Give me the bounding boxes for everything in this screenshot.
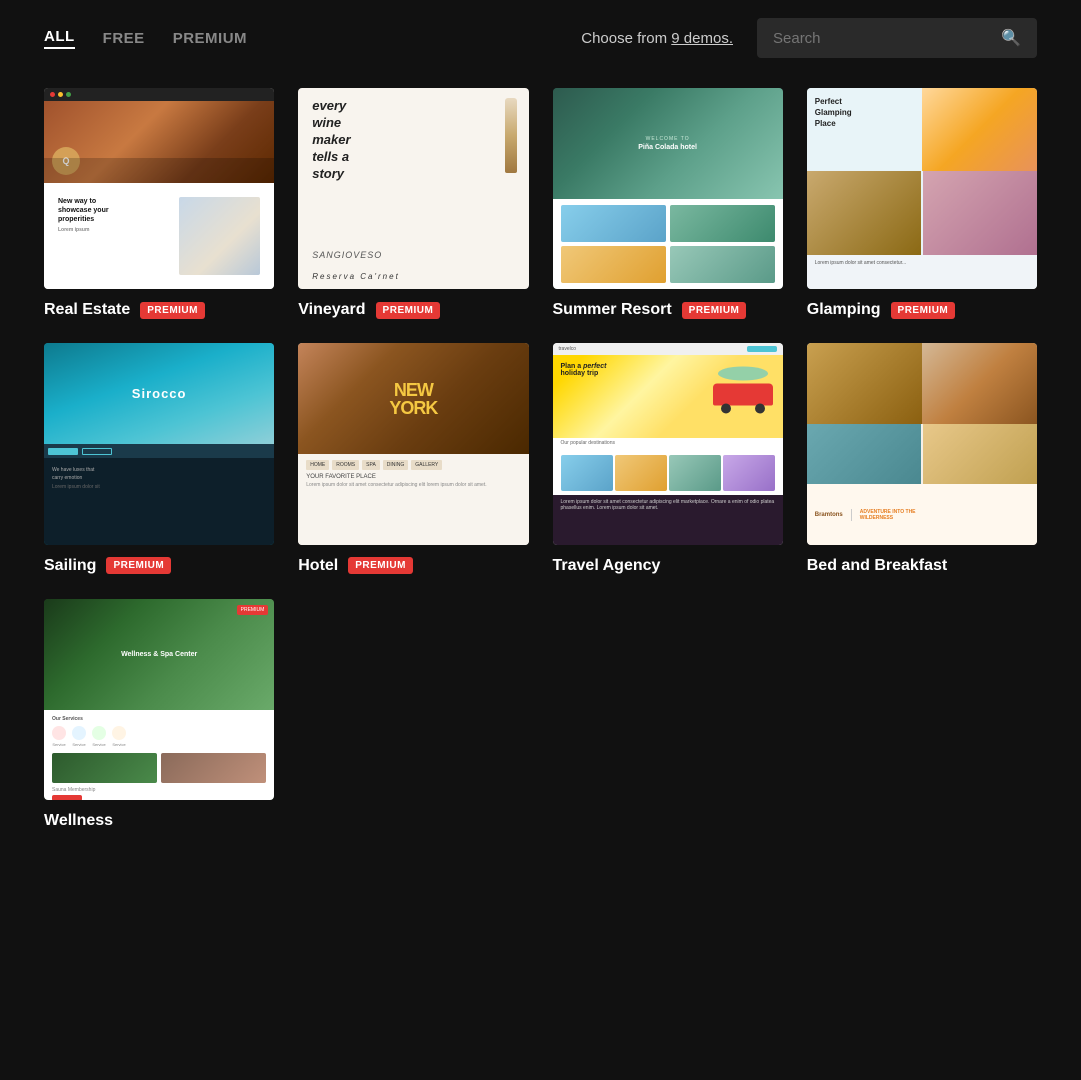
card-badge: PREMIUM [376,302,441,319]
card-thumb-hotel: NEWYORK HOME ROOMS SPA DINING GALLERY YO… [298,343,528,544]
choose-label: Choose from 9 demos. [581,30,733,47]
card-real-estate[interactable]: Q New way toshowcase yourproperities Lor… [44,88,274,319]
search-box[interactable]: 🔍 [757,18,1037,58]
filter-tab-premium[interactable]: PREMIUM [173,30,247,47]
card-label-sailing: Sailing PREMIUM [44,557,274,575]
card-label-glamping: Glamping PREMIUM [807,301,1037,319]
card-label-vineyard: Vineyard PREMIUM [298,301,528,319]
top-bar: ALL FREE PREMIUM Choose from 9 demos. 🔍 [0,0,1081,76]
card-label-summer-resort: Summer Resort PREMIUM [553,301,783,319]
card-glamping[interactable]: PerfectGlampingPlace Lorem ipsum dolor s… [807,88,1037,319]
card-hotel[interactable]: NEWYORK HOME ROOMS SPA DINING GALLERY YO… [298,343,528,574]
card-name: Sailing [44,557,96,575]
card-name: Hotel [298,557,338,575]
demos-grid: Q New way toshowcase yourproperities Lor… [0,76,1081,870]
card-badge: PREMIUM [891,302,956,319]
card-name: Summer Resort [553,301,672,319]
filter-tab-free[interactable]: FREE [103,30,145,47]
card-summer-resort[interactable]: Welcome to Piña Colada hotel Summer Reso… [553,88,783,319]
card-label-real-estate: Real Estate PREMIUM [44,301,274,319]
filter-tab-all[interactable]: ALL [44,28,75,49]
card-name: Bed and Breakfast [807,557,948,575]
card-thumb-vineyard: everywinemakertells astory Sangioveso Re… [298,88,528,289]
search-input[interactable] [773,30,991,47]
card-badge: PREMIUM [140,302,205,319]
card-name: Vineyard [298,301,365,319]
card-wellness[interactable]: PREMIUM Wellness & Spa Center Our Servic… [44,599,274,830]
card-thumb-summer-resort: Welcome to Piña Colada hotel [553,88,783,289]
card-name: Travel Agency [553,557,661,575]
card-thumb-real-estate: Q New way toshowcase yourproperities Lor… [44,88,274,289]
filter-tabs: ALL FREE PREMIUM [44,28,247,49]
card-name: Wellness [44,812,113,830]
card-travel-agency[interactable]: travelco Plan a perfectholiday trip [553,343,783,574]
card-sailing[interactable]: Sirocco We have luxes thatcarry emotion … [44,343,274,574]
card-name: Glamping [807,301,881,319]
card-label-bed-and-breakfast: Bed and Breakfast [807,557,1037,575]
card-vineyard[interactable]: everywinemakertells astory Sangioveso Re… [298,88,528,319]
card-label-hotel: Hotel PREMIUM [298,557,528,575]
card-bed-and-breakfast[interactable]: Bramtons ADVENTURE INTO THEWILDERNESS Be… [807,343,1037,574]
card-badge: PREMIUM [682,302,747,319]
card-thumb-wellness: PREMIUM Wellness & Spa Center Our Servic… [44,599,274,800]
search-icon: 🔍 [1001,28,1021,48]
card-thumb-bed-and-breakfast: Bramtons ADVENTURE INTO THEWILDERNESS [807,343,1037,544]
card-thumb-travel-agency: travelco Plan a perfectholiday trip [553,343,783,544]
card-thumb-sailing: Sirocco We have luxes thatcarry emotion … [44,343,274,544]
card-badge: PREMIUM [348,557,413,574]
card-thumb-glamping: PerfectGlampingPlace Lorem ipsum dolor s… [807,88,1037,289]
card-name: Real Estate [44,301,130,319]
card-label-wellness: Wellness [44,812,274,830]
demos-count: 9 demos. [671,30,733,47]
card-label-travel-agency: Travel Agency [553,557,783,575]
card-badge: PREMIUM [106,557,171,574]
